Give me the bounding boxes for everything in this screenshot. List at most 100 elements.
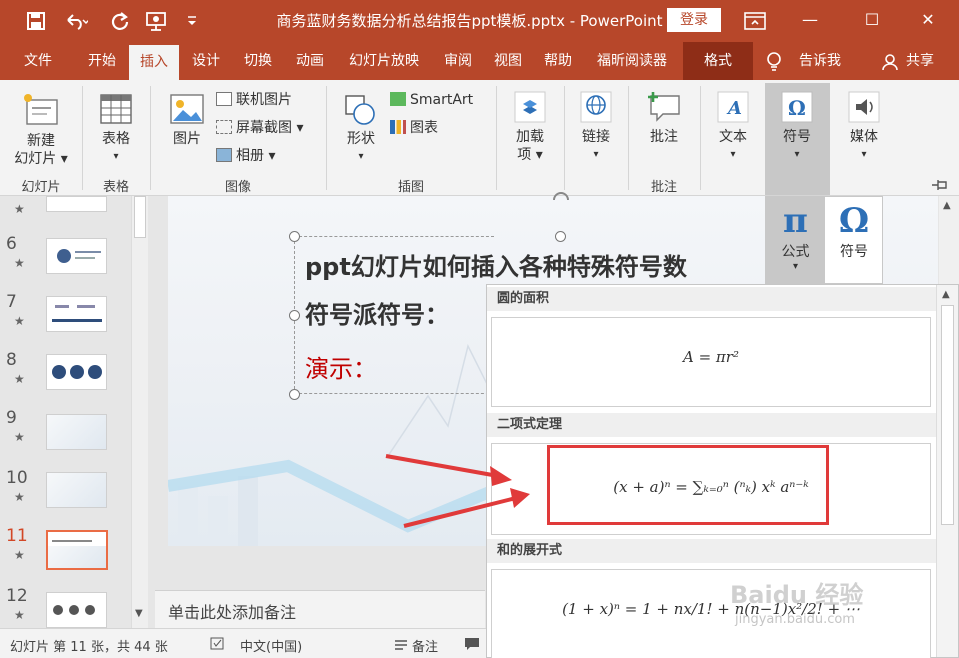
pin-ribbon-icon[interactable] — [930, 178, 950, 192]
slide-thumbnail[interactable] — [46, 296, 107, 332]
share-button[interactable]: 共享 — [900, 42, 940, 80]
addins-button[interactable]: 加载 项 ▾ — [508, 90, 552, 164]
smartart-button[interactable]: SmartArt — [390, 90, 473, 110]
slide-thumbnail[interactable] — [46, 414, 107, 450]
shapes-dropdown-arrow: ▾ — [358, 151, 364, 162]
comments-icon[interactable] — [464, 637, 480, 651]
slide-thumbnail[interactable] — [46, 472, 107, 508]
group-separator — [564, 86, 565, 190]
slide-thumbnail[interactable] — [46, 354, 107, 390]
animation-star-icon: ★ — [14, 372, 25, 386]
group-separator — [700, 86, 701, 190]
table-label: 表格 — [102, 131, 130, 147]
gallery-scrollbar-thumb[interactable] — [941, 305, 954, 525]
resize-handle[interactable] — [289, 310, 300, 321]
login-button[interactable]: 登录 — [667, 8, 721, 32]
new-comment-icon — [648, 92, 680, 122]
maximize-button[interactable]: ☐ — [857, 9, 887, 31]
slide-thumbnail[interactable] — [46, 592, 107, 628]
spellcheck-icon[interactable] — [210, 637, 226, 651]
symbols-button[interactable]: Ω 符号 ▾ — [765, 83, 830, 195]
tab-file[interactable]: 文件 — [10, 42, 66, 80]
slide-counter: 幻灯片 第 11 张，共 44 张 — [10, 640, 168, 655]
slide-number: 7 — [6, 292, 17, 312]
tab-foxit-reader[interactable]: 福昕阅读器 — [588, 42, 676, 80]
gallery-section-header: 和的展开式 — [487, 539, 936, 563]
equation-area-of-circle[interactable]: A = πr² — [491, 317, 931, 407]
svg-text:Ω: Ω — [788, 96, 806, 120]
screenshot-button[interactable]: 屏幕截图 ▾ — [216, 118, 303, 138]
animation-star-icon: ★ — [14, 548, 25, 562]
table-button[interactable]: 表格 ▾ — [94, 92, 138, 166]
chart-button[interactable]: 图表 — [390, 118, 438, 138]
shapes-icon — [345, 95, 375, 125]
text-icon: A — [717, 91, 749, 123]
addins-icon — [514, 91, 546, 123]
group-tables-label: 表格 — [102, 180, 129, 195]
group-slides-label: 幻灯片 — [21, 180, 61, 195]
scroll-down-icon[interactable]: ▼ — [135, 608, 143, 619]
tab-home[interactable]: 开始 — [74, 42, 130, 80]
shapes-button[interactable]: 形状 ▾ — [338, 92, 384, 166]
text-label: 文本 — [719, 129, 747, 145]
new-slide-label: 新建 — [27, 133, 55, 149]
slide-number-active: 11 — [6, 526, 28, 546]
slide-number: 8 — [6, 350, 17, 370]
resize-handle[interactable] — [555, 231, 566, 242]
scroll-up-icon[interactable]: ▲ — [942, 289, 950, 300]
language-status[interactable]: 中文(中国) — [240, 636, 302, 655]
album-button[interactable]: 相册 ▾ — [216, 146, 275, 166]
equation-button[interactable]: π 公式 ▾ — [766, 197, 825, 284]
slide-thumbnail[interactable] — [46, 196, 107, 212]
picture-button[interactable]: 图片 — [164, 92, 210, 148]
tell-me-search[interactable]: 告诉我 — [790, 42, 850, 80]
picture-label: 图片 — [173, 131, 201, 147]
tab-review[interactable]: 审阅 — [436, 42, 480, 80]
minimize-button[interactable]: — — [795, 9, 825, 31]
notes-toggle-button[interactable]: 备注 — [412, 636, 438, 655]
person-icon — [882, 54, 898, 71]
comment-button[interactable]: 批注 — [640, 90, 688, 146]
omega-icon: Ω — [781, 91, 813, 123]
slide-number: 12 — [6, 586, 28, 606]
ribbon-display-options-icon[interactable] — [744, 12, 766, 30]
addins-label-2: 项 ▾ — [517, 147, 543, 163]
svg-text:A: A — [726, 98, 742, 119]
slide-number: 9 — [6, 408, 17, 428]
tab-view[interactable]: 视图 — [486, 42, 530, 80]
online-picture-button[interactable]: 联机图片 — [216, 90, 292, 110]
tab-animations[interactable]: 动画 — [286, 42, 334, 80]
slide-title-text: ppt幻灯片如何插入各种特殊符号数 — [305, 253, 687, 281]
group-separator — [496, 86, 497, 190]
symbol-button[interactable]: Ω 符号 — [825, 197, 883, 284]
equation-expansion-of-sum[interactable]: (1 + x)ⁿ = 1 + nx/1! + n(n−1)x²/2! + ⋯ — [491, 569, 931, 658]
link-dropdown-arrow: ▾ — [593, 149, 599, 160]
scroll-up-icon[interactable]: ▲ — [943, 200, 951, 211]
highlight-box — [547, 445, 829, 525]
smartart-icon — [390, 92, 406, 106]
rotate-handle-icon[interactable] — [548, 190, 574, 208]
gallery-scrollbar[interactable]: ▲ — [936, 285, 958, 657]
notes-pane[interactable]: 单击此处添加备注 — [155, 590, 485, 628]
new-slide-button[interactable]: 新建 幻灯片 ▾ — [10, 92, 72, 168]
tab-help[interactable]: 帮助 — [536, 42, 580, 80]
tab-insert[interactable]: 插入 — [129, 45, 179, 80]
text-button[interactable]: A 文本 ▾ — [712, 90, 754, 164]
tab-transitions[interactable]: 切换 — [234, 42, 282, 80]
tab-format[interactable]: 格式 — [683, 42, 753, 80]
tab-design[interactable]: 设计 — [182, 42, 230, 80]
tab-slideshow[interactable]: 幻灯片放映 — [340, 42, 428, 80]
ribbon-tabs: 文件 开始 插入 设计 切换 动画 幻灯片放映 审阅 视图 帮助 福昕阅读器 格… — [0, 42, 959, 80]
thumbnails-scrollbar-thumb[interactable] — [134, 196, 146, 238]
close-button[interactable]: ✕ — [913, 9, 943, 31]
resize-handle[interactable] — [289, 231, 300, 242]
equation-gallery: 圆的面积 A = πr² 二项式定理 (x + a)ⁿ = ∑ₖ₌₀ⁿ (ⁿₖ)… — [486, 284, 959, 658]
resize-handle[interactable] — [289, 389, 300, 400]
media-button[interactable]: 媒体 ▾ — [842, 90, 886, 164]
thumbnails-scrollbar[interactable]: ▼ — [131, 196, 148, 628]
link-button[interactable]: 链接 ▾ — [574, 90, 618, 164]
new-slide-icon — [24, 94, 58, 125]
status-bar: 幻灯片 第 11 张，共 44 张 中文(中国) 备注 — [0, 628, 486, 658]
slide-thumbnail[interactable] — [46, 238, 107, 274]
slide-thumbnail-active[interactable] — [46, 530, 108, 570]
